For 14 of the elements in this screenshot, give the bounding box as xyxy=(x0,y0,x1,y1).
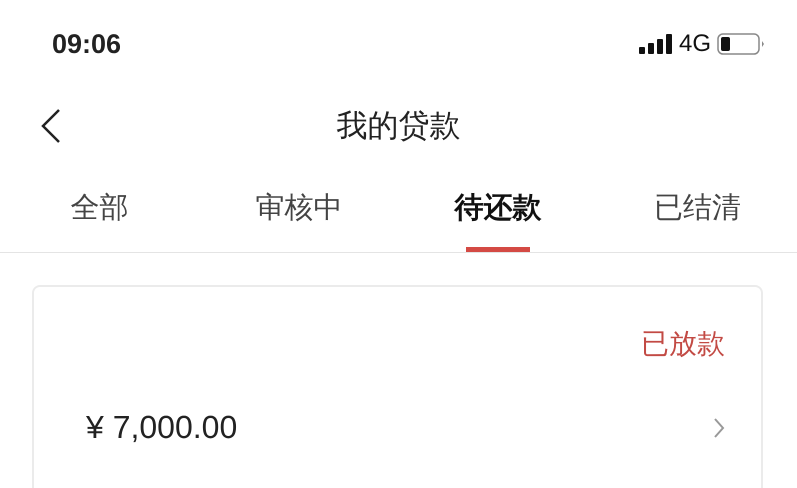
tab[interactable]: 待还款 xyxy=(398,164,598,252)
tab[interactable]: 全部 xyxy=(0,164,200,252)
battery-icon xyxy=(717,33,765,55)
loan-card[interactable]: 已放款 ¥ 7,000.00 xyxy=(32,285,763,488)
tab[interactable]: 审核中 xyxy=(199,164,398,252)
loan-status: 已放款 xyxy=(641,326,725,362)
loan-amount: ¥ 7,000.00 xyxy=(86,409,238,446)
back-icon[interactable] xyxy=(40,108,62,144)
network-label: 4G xyxy=(678,30,711,58)
status-time: 09:06 xyxy=(52,28,122,60)
signal-icon xyxy=(638,34,673,54)
tab[interactable]: 已结清 xyxy=(598,164,797,252)
chevron-icon xyxy=(713,416,725,438)
page-title: 我的贷款 xyxy=(336,107,460,146)
